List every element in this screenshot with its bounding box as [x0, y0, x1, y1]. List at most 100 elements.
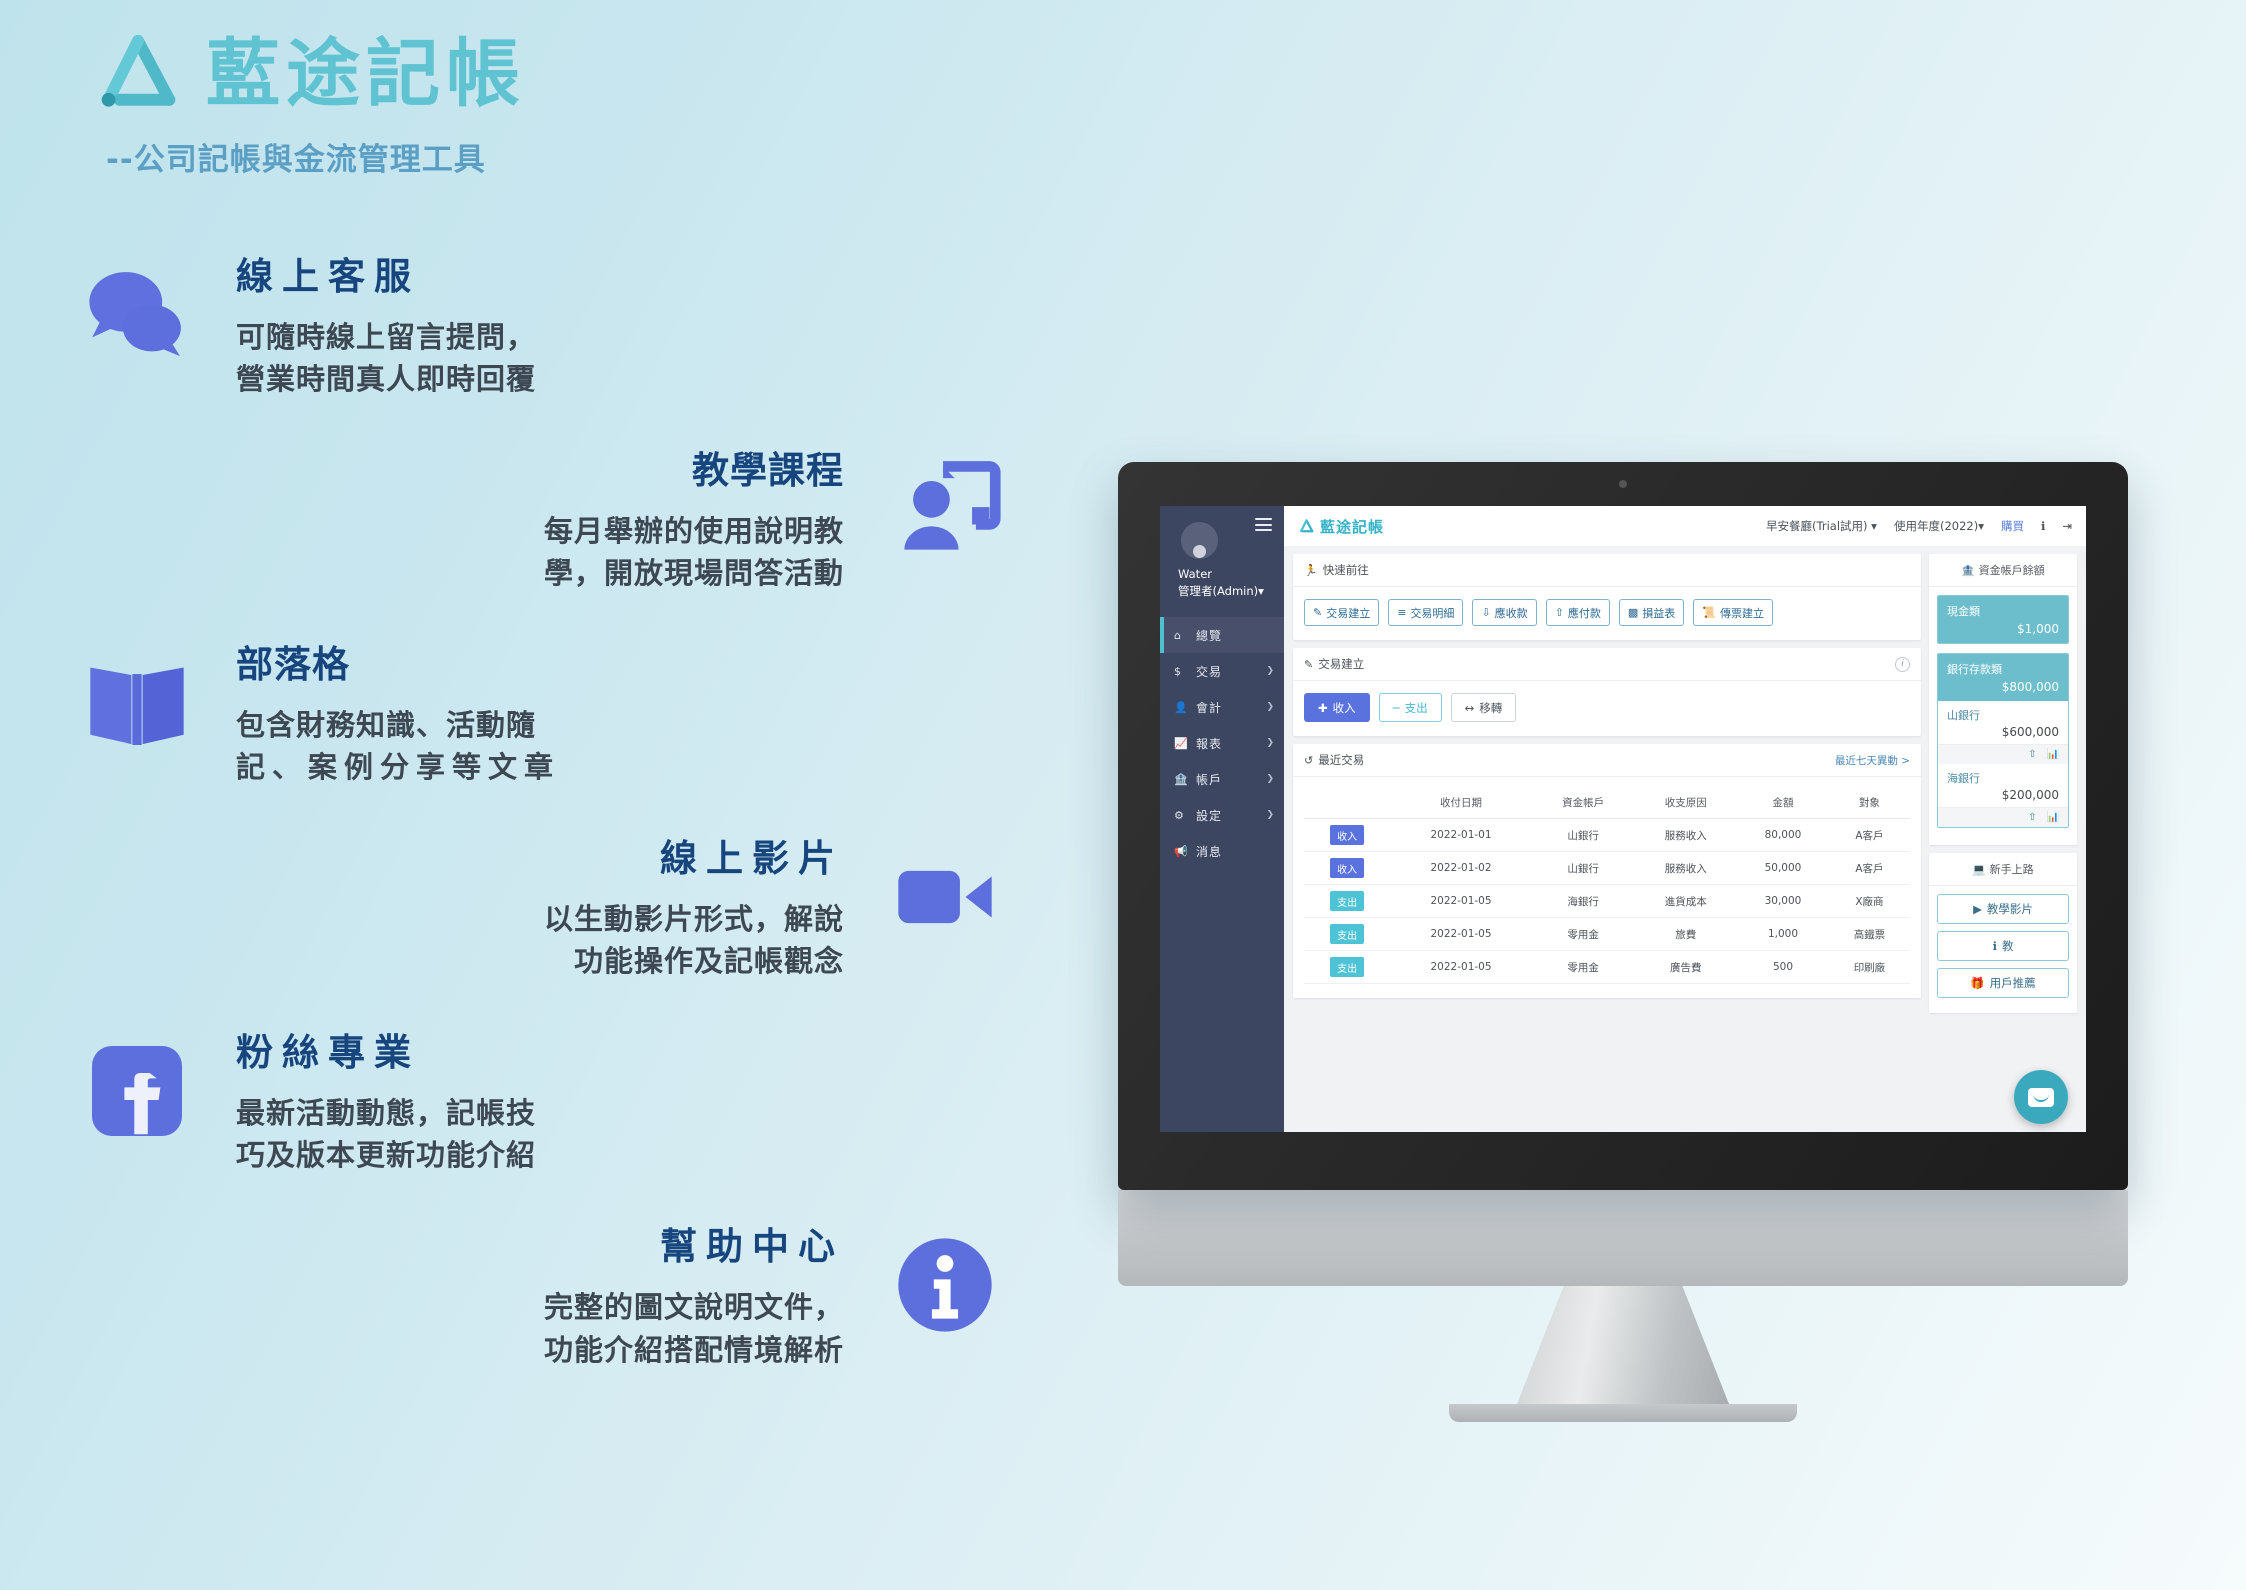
- cell-reason[interactable]: 服務收入: [1634, 818, 1738, 852]
- home-icon: ⌂: [1174, 628, 1181, 642]
- newbie-btn-tutorial-doc[interactable]: ℹ 教: [1937, 931, 2069, 961]
- year-selector[interactable]: 使用年度(2022)▾: [1894, 518, 1984, 534]
- expense-button[interactable]: ─ 支出: [1378, 693, 1442, 722]
- minus-icon: ─: [1392, 700, 1400, 715]
- table-row[interactable]: 收入 2022-01-01 山銀行 服務收入 80,000 A客戶: [1304, 818, 1910, 852]
- bank-amount: $200,000: [2001, 788, 2059, 802]
- feature-item-courses: 教學課程 每月舉辦的使用說明教 學，開放現場問答活動: [0, 434, 1090, 594]
- buy-link[interactable]: 購買: [2001, 518, 2024, 534]
- sidebar-item-settings[interactable]: ⚙ 設定 ❯: [1160, 797, 1284, 833]
- income-button[interactable]: ✚ 收入: [1304, 693, 1370, 722]
- table-row[interactable]: 支出 2022-01-05 零用金 旅費 1,000 高鐵票: [1304, 917, 1910, 951]
- cash-account-box[interactable]: 現金類 $1,000: [1937, 595, 2069, 644]
- play-icon: ▶: [1973, 902, 1982, 916]
- balance-panel: 🏦 資金帳戶餘額 現金類 $1,000 銀行存款類 $800,000 山銀行 $…: [1929, 554, 2077, 845]
- feature-desc-line2: 巧及版本更新功能介紹: [236, 1138, 537, 1173]
- info-icon[interactable]: ℹ: [2041, 519, 2045, 533]
- type-badge: 支出: [1330, 957, 1365, 977]
- app-main: 藍途記帳 早安餐廳(Trial試用) ▾ 使用年度(2022)▾ 購買 ℹ ⇥: [1284, 506, 2086, 1132]
- feature-item-help-center: 幫助中心 完整的圖文說明文件， 功能介紹搭配情境解析: [0, 1210, 1090, 1370]
- app-logo[interactable]: 藍途記帳: [1298, 516, 1384, 537]
- quick-btn-create-transaction[interactable]: ✎ 交易建立: [1304, 599, 1380, 626]
- cell-reason[interactable]: 服務收入: [1634, 851, 1738, 885]
- cell-account[interactable]: 海銀行: [1531, 884, 1635, 918]
- cell-target: X廠商: [1828, 884, 1910, 918]
- chart-icon[interactable]: 📊: [2047, 812, 2059, 823]
- feature-title: 幫助中心: [660, 1225, 844, 1269]
- feature-desc-line1: 以生動影片形式，解說: [543, 902, 844, 937]
- bank-sub-account[interactable]: 海銀行 $200,000 ⇧ 📊: [1938, 764, 2068, 827]
- bank-label: 銀行存款類: [1947, 663, 2002, 676]
- app-sidebar: Water 管理者(Admin)▾ ⌂ 總覽 $ 交易 ❯ 👤 會計 ❯ 📈 報…: [1160, 506, 1284, 1132]
- newbie-btn-referral[interactable]: 🎁 用戶推薦: [1937, 968, 2069, 998]
- sidebar-item-messages[interactable]: 📢 消息: [1160, 833, 1284, 869]
- bank-name: 山銀行: [1947, 709, 1980, 722]
- quick-btn-income-statement[interactable]: ▩ 損益表: [1618, 599, 1685, 626]
- cell-reason[interactable]: 進貨成本: [1634, 884, 1738, 918]
- newbie-btn-tutorial-video[interactable]: ▶ 教學影片: [1937, 894, 2069, 924]
- transfer-button[interactable]: ↔ 移轉: [1450, 693, 1517, 722]
- sidebar-user-role[interactable]: 管理者(Admin)▾: [1178, 583, 1274, 599]
- table-row[interactable]: 支出 2022-01-05 零用金 廣告費 500 印刷廠: [1304, 950, 1910, 984]
- col-amount: 金額: [1737, 789, 1829, 819]
- chevron-right-icon: ❯: [1266, 774, 1274, 785]
- triangle-logo-icon: [101, 34, 176, 107]
- cell-date: 2022-01-05: [1390, 884, 1532, 918]
- sidebar-item-overview[interactable]: ⌂ 總覽: [1160, 617, 1284, 654]
- pay-icon: ⇧: [1554, 606, 1564, 619]
- chevron-right-icon: ❯: [1266, 666, 1274, 677]
- recent-transactions-card: ↺ 最近交易 最近七天異動 > 收付日期 資金帳戶 收支原因 金額 對象 收入 …: [1293, 744, 1921, 998]
- cell-target: A客戶: [1828, 818, 1910, 852]
- sidebar-item-label: 報表: [1196, 736, 1223, 751]
- cell-account[interactable]: 山銀行: [1531, 818, 1635, 852]
- cell-account[interactable]: 零用金: [1531, 950, 1635, 984]
- quick-btn-create-voucher[interactable]: 📜 傳票建立: [1693, 599, 1773, 626]
- balance-panel-title: 資金帳戶餘額: [1978, 564, 2045, 577]
- quick-btn-payables[interactable]: ⇧ 應付款: [1545, 599, 1610, 626]
- company-selector[interactable]: 早安餐廳(Trial試用) ▾: [1766, 518, 1877, 534]
- cell-account[interactable]: 零用金: [1531, 917, 1635, 951]
- sidebar-item-label: 設定: [1196, 808, 1223, 823]
- sidebar-item-accounts[interactable]: 🏦 帳戶 ❯: [1160, 761, 1284, 797]
- app-logo-text: 藍途記帳: [1320, 517, 1385, 536]
- monitor-mockup: Water 管理者(Admin)▾ ⌂ 總覽 $ 交易 ❯ 👤 會計 ❯ 📈 報…: [1118, 462, 2128, 1422]
- info-circle-icon: [870, 1210, 1020, 1360]
- quick-access-title: 快速前往: [1322, 563, 1369, 577]
- upload-icon[interactable]: ⇧: [2028, 812, 2036, 823]
- feature-item-online-support: 線上客服 可隨時線上留言提問， 營業時間真人即時回覆: [0, 240, 1090, 400]
- feature-desc-line1: 最新活動動態，記帳技: [236, 1096, 537, 1131]
- person-icon: 👤: [1174, 700, 1188, 714]
- bar-chart-icon: ▩: [1627, 606, 1639, 619]
- brand-header: 藍途記帳 --公司記帳與金流管理工具: [92, 28, 526, 179]
- quick-access-card: 🏃 快速前往 ✎ 交易建立 ≡ 交易明細 ⇩ 應收款 ⇧ 應付款 ▩ 損益表 📜…: [1293, 554, 1921, 640]
- quick-btn-transaction-detail[interactable]: ≡ 交易明細: [1388, 599, 1464, 626]
- history-icon: ↺: [1304, 753, 1314, 767]
- bank-sub-account[interactable]: 山銀行 $600,000 ⇧ 📊: [1938, 701, 2068, 764]
- sidebar-item-reports[interactable]: 📈 報表 ❯: [1160, 725, 1284, 761]
- recent-seven-days-link[interactable]: 最近七天異動 >: [1835, 753, 1910, 768]
- logout-icon[interactable]: ⇥: [2062, 519, 2072, 533]
- cell-account[interactable]: 山銀行: [1531, 851, 1635, 885]
- pencil-icon: ✎: [1304, 657, 1314, 671]
- cell-reason[interactable]: 廣告費: [1634, 950, 1738, 984]
- chart-icon[interactable]: 📊: [2047, 749, 2059, 760]
- sidebar-item-accounting[interactable]: 👤 會計 ❯: [1160, 689, 1284, 725]
- sidebar-user-block[interactable]: Water 管理者(Admin)▾: [1160, 506, 1284, 611]
- chart-icon: 📈: [1174, 736, 1188, 750]
- cell-amount: 50,000: [1737, 851, 1829, 885]
- sidebar-item-transactions[interactable]: $ 交易 ❯: [1160, 653, 1284, 689]
- table-row[interactable]: 支出 2022-01-05 海銀行 進貨成本 30,000 X廠商: [1304, 884, 1910, 918]
- upload-icon[interactable]: ⇧: [2028, 749, 2036, 760]
- quick-btn-receivables[interactable]: ⇩ 應收款: [1472, 599, 1537, 626]
- feature-item-videos: 線上影片 以生動影片形式，解說 功能操作及記帳觀念: [0, 822, 1090, 982]
- arrows-icon: ↔: [1464, 700, 1475, 715]
- gift-icon: 🎁: [1970, 976, 1985, 990]
- info-circle-icon[interactable]: i: [1895, 656, 1910, 672]
- cell-reason[interactable]: 旅費: [1634, 917, 1738, 951]
- type-badge: 收入: [1330, 858, 1365, 878]
- voucher-icon: 📜: [1702, 606, 1716, 619]
- hamburger-icon[interactable]: [1255, 518, 1272, 535]
- chat-widget-button[interactable]: [2014, 1070, 2068, 1124]
- cell-date: 2022-01-05: [1390, 917, 1532, 951]
- table-row[interactable]: 收入 2022-01-02 山銀行 服務收入 50,000 A客戶: [1304, 851, 1910, 885]
